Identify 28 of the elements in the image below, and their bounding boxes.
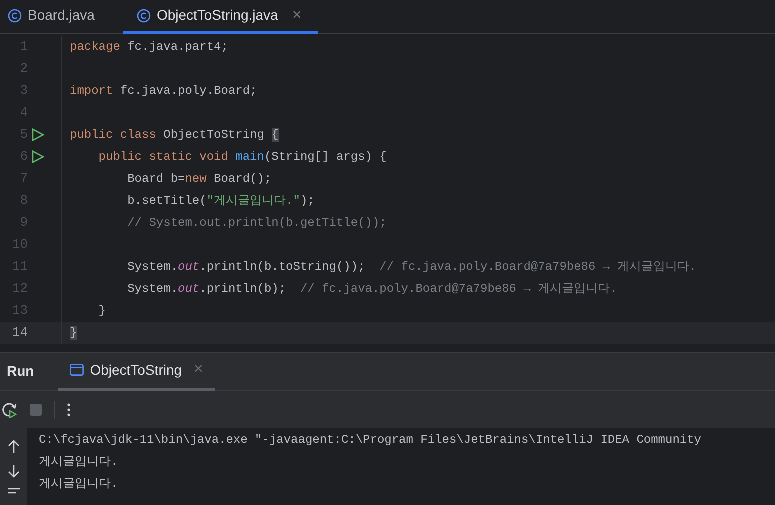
code-line: public class ObjectToString {: [69, 127, 279, 144]
run-gutter-icon[interactable]: [31, 150, 45, 164]
arrow-up-icon[interactable]: [8, 440, 20, 454]
file-tab[interactable]: ObjectToString.java ×: [122, 0, 318, 34]
line-number: 14: [11, 324, 28, 342]
soft-wrap-icon[interactable]: [6, 488, 20, 494]
code-line: package fc.java.part4;: [69, 39, 228, 56]
code-line: Board b=new Board();: [126, 171, 272, 188]
panel-title: Run: [6, 362, 36, 381]
code-line: System.out.println(b); // fc.java.poly.Board@7a79be86 → 게시글입니다.: [126, 281, 618, 298]
class-icon: [136, 8, 151, 22]
run-gutter-icon[interactable]: [31, 128, 45, 142]
more-options-icon[interactable]: [67, 402, 71, 416]
code-line: import fc.java.poly.Board;: [69, 83, 258, 100]
run-tab[interactable]: ObjectToString ×: [58, 352, 216, 390]
console-icon: [70, 364, 84, 376]
arrow-down-icon[interactable]: [8, 464, 20, 478]
code-line: }: [98, 303, 106, 320]
rerun-icon[interactable]: [2, 402, 18, 418]
file-tab[interactable]: Board.java: [0, 0, 103, 34]
console-line: 게시글입니다.: [39, 476, 120, 493]
console-line: 게시글입니다.: [39, 454, 120, 471]
code-line: b.setTitle("게시글입니다.");: [126, 193, 315, 210]
code-line: public static void main(String[] args) {: [98, 149, 387, 166]
code-line: // System.out.println(b.getTitle());: [126, 215, 387, 232]
console-line: C:\fcjava\jdk-11\bin\java.exe "-javaagent:C:\Program Files\JetBrains\IntelliJ IDEA Community: [39, 432, 702, 449]
class-icon: [8, 8, 22, 22]
code-line: System.out.println(b.toString()); // fc.java.poly.Board@7a79be86 → 게시글입니다.: [126, 259, 697, 276]
